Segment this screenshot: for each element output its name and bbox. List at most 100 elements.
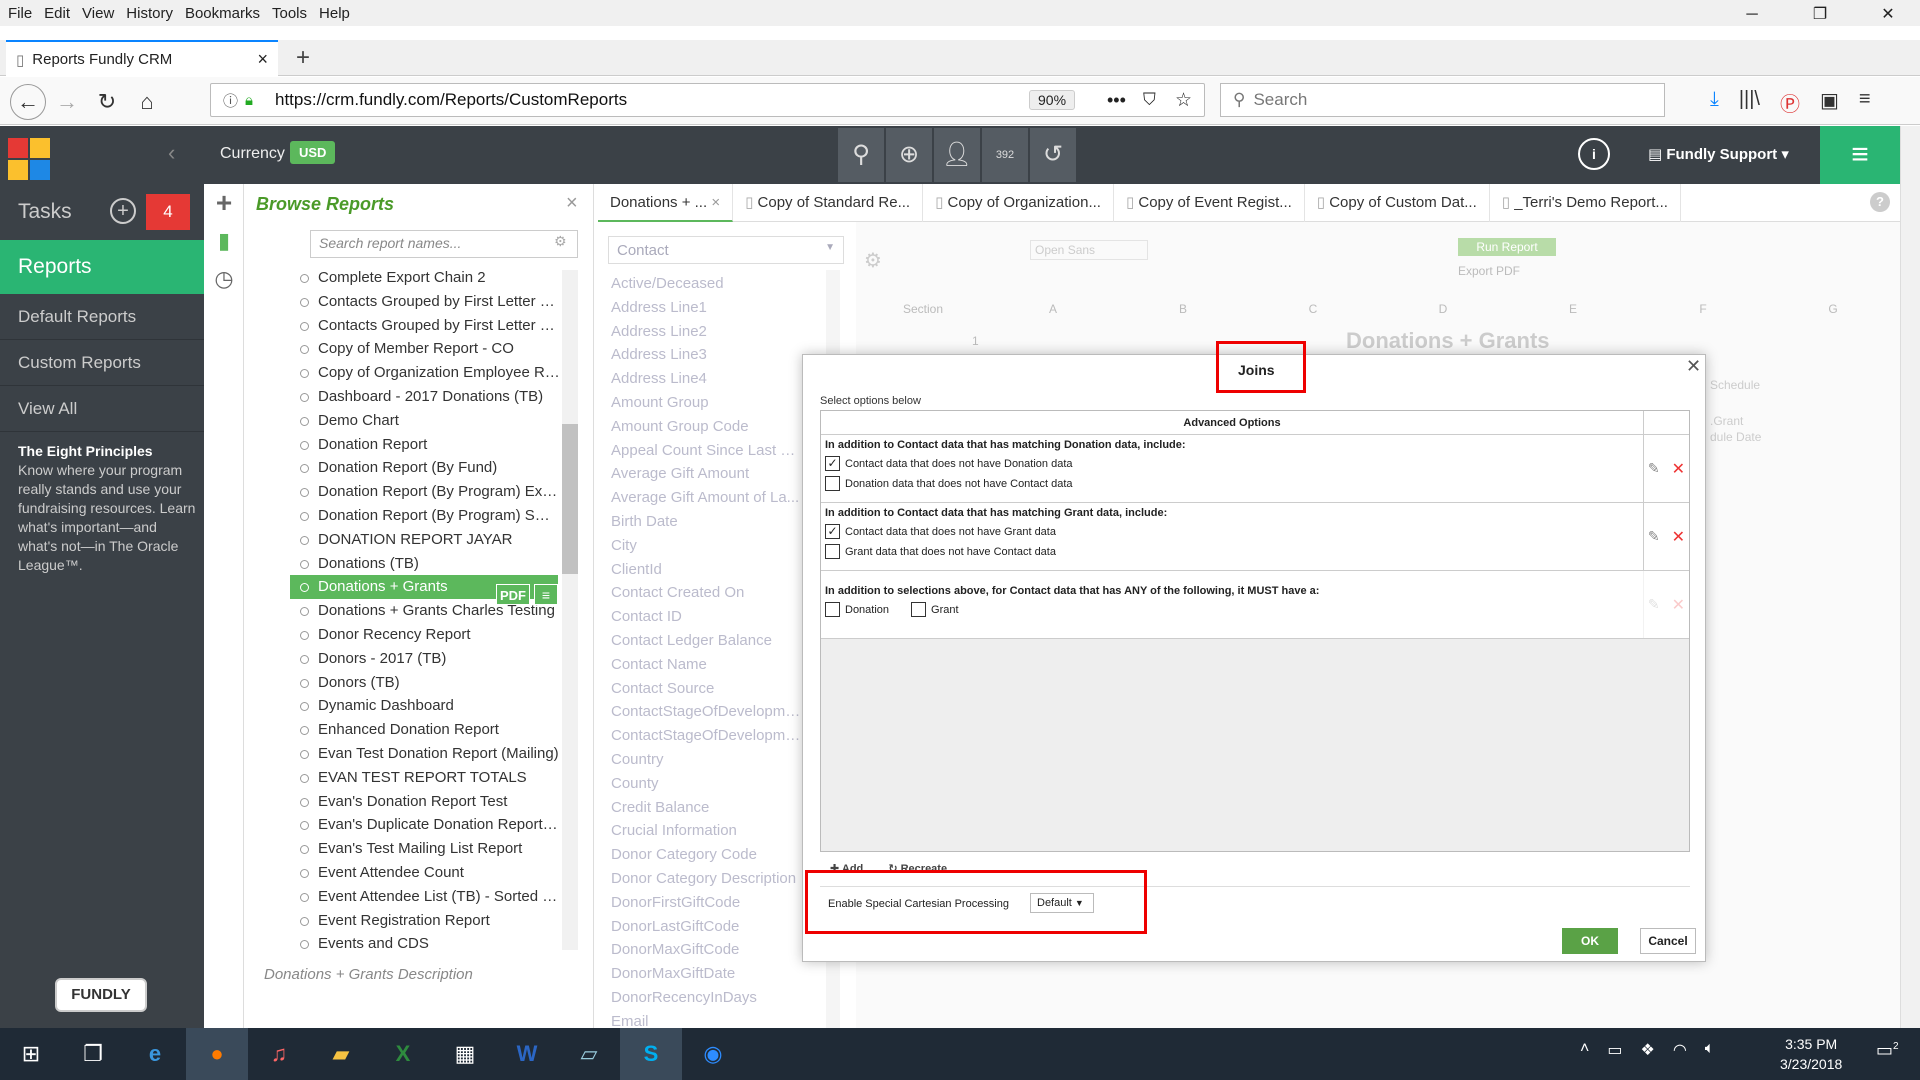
report-tab[interactable]: ▯ Copy of Custom Dat... (1305, 184, 1490, 222)
report-search-input[interactable]: Search report names... (310, 230, 578, 258)
browser-menu-icon[interactable]: ≡ (1859, 88, 1871, 117)
option-row[interactable]: ✓ Contact data that does not have Donatio… (821, 453, 1689, 473)
checkbox[interactable] (911, 602, 927, 617)
report-item[interactable]: Donation Report (290, 433, 560, 457)
firefox-icon[interactable]: ● (186, 1028, 248, 1080)
report-tab[interactable]: ▯ Copy of Standard Re... (733, 184, 924, 222)
field-item[interactable]: Address Line1 (611, 296, 803, 320)
forward-icon[interactable]: → (52, 87, 82, 117)
skype-icon[interactable]: S (620, 1028, 682, 1080)
option-row[interactable]: Donation data that does not have Contact… (821, 473, 1689, 493)
field-item[interactable]: DonorRecencyInDays (611, 986, 803, 1010)
close-dialog-icon[interactable]: ✕ (1686, 356, 1701, 377)
ok-button[interactable]: OK (1562, 928, 1618, 954)
field-item[interactable]: Contact ID (611, 605, 803, 629)
run-report-button[interactable]: Run Report (1458, 238, 1556, 256)
edge-icon[interactable]: e (124, 1028, 186, 1080)
field-item[interactable]: Address Line2 (611, 320, 803, 344)
report-item[interactable]: EVAN TEST REPORT TOTALS (290, 766, 560, 790)
field-item[interactable]: Email (611, 1010, 803, 1028)
nav-default-reports[interactable]: Default Reports (0, 294, 204, 340)
delete-icon[interactable]: ✕ (1672, 595, 1685, 615)
edit-icon[interactable]: ✎ (1648, 460, 1660, 477)
add-report-icon[interactable]: + (204, 184, 244, 222)
report-item[interactable]: DONATION REPORT JAYAR (290, 528, 560, 552)
field-item[interactable]: Crucial Information (611, 819, 803, 843)
page-actions-icon[interactable]: ••• (1107, 90, 1126, 111)
option-row[interactable]: Grant data that does not have Contact da… (821, 541, 1689, 561)
info-icon[interactable]: i (1578, 138, 1610, 170)
notepad-icon[interactable]: ▱ (558, 1028, 620, 1080)
close-panel-icon[interactable]: × (566, 192, 578, 215)
field-item[interactable]: DonorMaxGiftCode (611, 938, 803, 962)
report-item[interactable]: Dynamic Dashboard (290, 694, 560, 718)
app-logo[interactable] (8, 138, 50, 180)
nav-view-all[interactable]: View All (0, 386, 204, 432)
url-bar[interactable]: ⓘ 🔒︎ https://crm.fundly.com/Reports/Cust… (210, 83, 1205, 117)
report-item[interactable]: Evan Test Donation Report (Mailing) (290, 742, 560, 766)
windows-start-icon[interactable]: ⊞ (0, 1028, 62, 1080)
report-item[interactable]: Copy of Organization Employee Re... (290, 361, 560, 385)
principles-promo[interactable]: The Eight Principles Know where your pro… (18, 442, 196, 575)
pocket-icon[interactable]: ⛉ (1143, 90, 1156, 110)
field-item[interactable]: Contact Ledger Balance (611, 629, 803, 653)
field-item[interactable]: Donor Category Code (611, 843, 803, 867)
edit-icon[interactable]: ✎ (1648, 596, 1660, 613)
field-item[interactable]: Active/Deceased (611, 272, 803, 296)
edit-icon[interactable]: ✎ (1648, 528, 1660, 545)
field-item[interactable]: Average Gift Amount (611, 462, 803, 486)
add-task-icon[interactable]: + (110, 198, 136, 224)
checkbox[interactable] (825, 476, 840, 491)
field-item[interactable]: ContactStageOfDevelopme... (611, 700, 803, 724)
user-menu[interactable]: ▤ Fundly Support ▾ (1648, 145, 1789, 163)
report-item[interactable]: Event Registration Report (290, 909, 560, 933)
library-icon[interactable]: |||\ (1739, 88, 1760, 117)
battery-icon[interactable]: ▭ (1607, 1040, 1622, 1060)
browser-search[interactable]: ⚲ Search (1220, 83, 1665, 117)
report-item[interactable]: Evan's Donation Report Test (290, 790, 560, 814)
menu-edit[interactable]: Edit (44, 5, 70, 22)
task-count-badge[interactable]: 4 (146, 194, 190, 230)
close-tab-icon[interactable]: × (257, 49, 268, 70)
taskbar-clock[interactable]: 3:35 PM 3/23/2018 (1780, 1034, 1842, 1074)
calculator-icon[interactable]: ▦ (434, 1028, 496, 1080)
font-select[interactable]: Open Sans (1030, 240, 1148, 260)
report-item[interactable]: Donations (TB) (290, 552, 560, 576)
field-category-select[interactable]: Contact ▼ (608, 236, 844, 264)
counter-icon[interactable]: 392 (982, 128, 1028, 182)
report-item[interactable]: Evan's Duplicate Donation Report T... (290, 813, 560, 837)
delete-icon[interactable]: ✕ (1672, 459, 1685, 479)
tray-chevron-icon[interactable]: ˄ (1580, 1040, 1589, 1060)
field-item[interactable]: ContactStageOfDevelopme... (611, 724, 803, 748)
cancel-button[interactable]: Cancel (1640, 928, 1696, 954)
zoom-app-icon[interactable]: ◉ (682, 1028, 744, 1080)
wifi-icon[interactable]: ◠ (1673, 1040, 1687, 1060)
field-item[interactable]: Appeal Count Since Last R... (611, 439, 803, 463)
menu-history[interactable]: History (126, 5, 173, 22)
field-item[interactable]: Amount Group Code (611, 415, 803, 439)
close-report-tab-icon[interactable]: × (711, 194, 720, 211)
download-icon[interactable]: ⤓ (1710, 88, 1719, 117)
report-item[interactable]: Copy of Member Report - CO (290, 337, 560, 361)
checkbox[interactable] (825, 602, 840, 617)
home-icon[interactable]: ⌂ (132, 87, 162, 117)
field-item[interactable]: DonorMaxGiftDate (611, 962, 803, 986)
pinterest-icon[interactable]: Ⓟ (1780, 88, 1800, 117)
reload-icon[interactable]: ↻ (92, 87, 122, 117)
add-circle-icon[interactable]: ⊕ (886, 128, 932, 182)
maximize-icon[interactable]: ❐ (1792, 0, 1848, 26)
report-item[interactable]: Contacts Grouped by First Letter of... (290, 314, 560, 338)
field-item[interactable]: Amount Group (611, 391, 803, 415)
back-icon[interactable]: ← (10, 84, 46, 120)
field-item[interactable]: ClientId (611, 558, 803, 582)
menu-tools[interactable]: Tools (272, 5, 307, 22)
menu-bookmarks[interactable]: Bookmarks (185, 5, 260, 22)
dropbox-icon[interactable]: ❖ (1640, 1040, 1654, 1060)
report-item[interactable]: Donor Recency Report (290, 623, 560, 647)
report-item[interactable]: Contacts Grouped by First Letter of... (290, 290, 560, 314)
field-item[interactable]: Address Line4 (611, 367, 803, 391)
field-item[interactable]: Contact Name (611, 653, 803, 677)
report-tab[interactable]: ▯ _Terri's Demo Report... (1490, 184, 1681, 222)
collapse-chevron-icon[interactable]: ‹ (168, 140, 175, 166)
report-item[interactable]: Donation Report (By Program) SUP... (290, 504, 560, 528)
